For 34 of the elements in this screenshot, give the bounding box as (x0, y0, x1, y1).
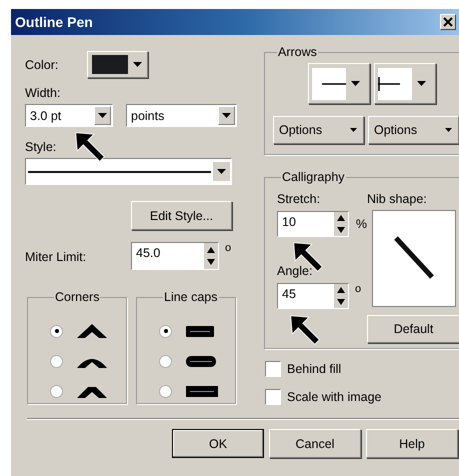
unit-value: points (130, 108, 164, 122)
miter-limit-value: 45.0 (135, 245, 160, 260)
options-button[interactable]: Options (368, 116, 459, 144)
degree-unit: o (225, 242, 232, 254)
degree-unit: o (355, 283, 362, 295)
edit-style-button[interactable]: Edit Style... (131, 201, 232, 230)
dialog-button[interactable]: Cancel (269, 429, 361, 458)
width-field[interactable]: 3.0 pt (25, 104, 113, 127)
checkbox-label: Behind fill (287, 362, 342, 376)
width-label: Width: (25, 86, 62, 100)
angle-label: Angle: (277, 264, 314, 278)
stretch-label: Stretch: (277, 192, 322, 206)
miter-limit-label: Miter Limit: (25, 249, 88, 264)
color-label: Color: (25, 58, 60, 72)
miter-limit-field[interactable]: 45.0 (131, 242, 219, 270)
dialog-button[interactable]: Help (366, 429, 458, 458)
line-caps-title: Line caps (163, 290, 219, 304)
angle-value: 45 (281, 286, 296, 301)
arrows-title: Arrows (277, 45, 318, 59)
options-button[interactable]: Options (273, 116, 364, 144)
percent-unit: % (356, 217, 367, 231)
window-title: Outline Pen (15, 14, 93, 30)
angle-field[interactable]: 45 (277, 283, 349, 309)
calligraphy-title: Calligraphy (281, 170, 346, 184)
nib-shape-label: Nib shape: (367, 192, 428, 206)
checkbox-label: Scale with image (287, 390, 382, 404)
corners-title: Corners (54, 290, 100, 304)
stretch-value: 10 (281, 214, 296, 229)
width-value: 3.0 pt (29, 108, 62, 122)
dialog-button[interactable]: OK (172, 429, 264, 458)
unit-dropdown[interactable]: points (126, 104, 237, 127)
stretch-field[interactable]: 10 (277, 211, 349, 237)
default-button[interactable]: Default (367, 315, 459, 343)
style-label: Style: (25, 140, 58, 154)
